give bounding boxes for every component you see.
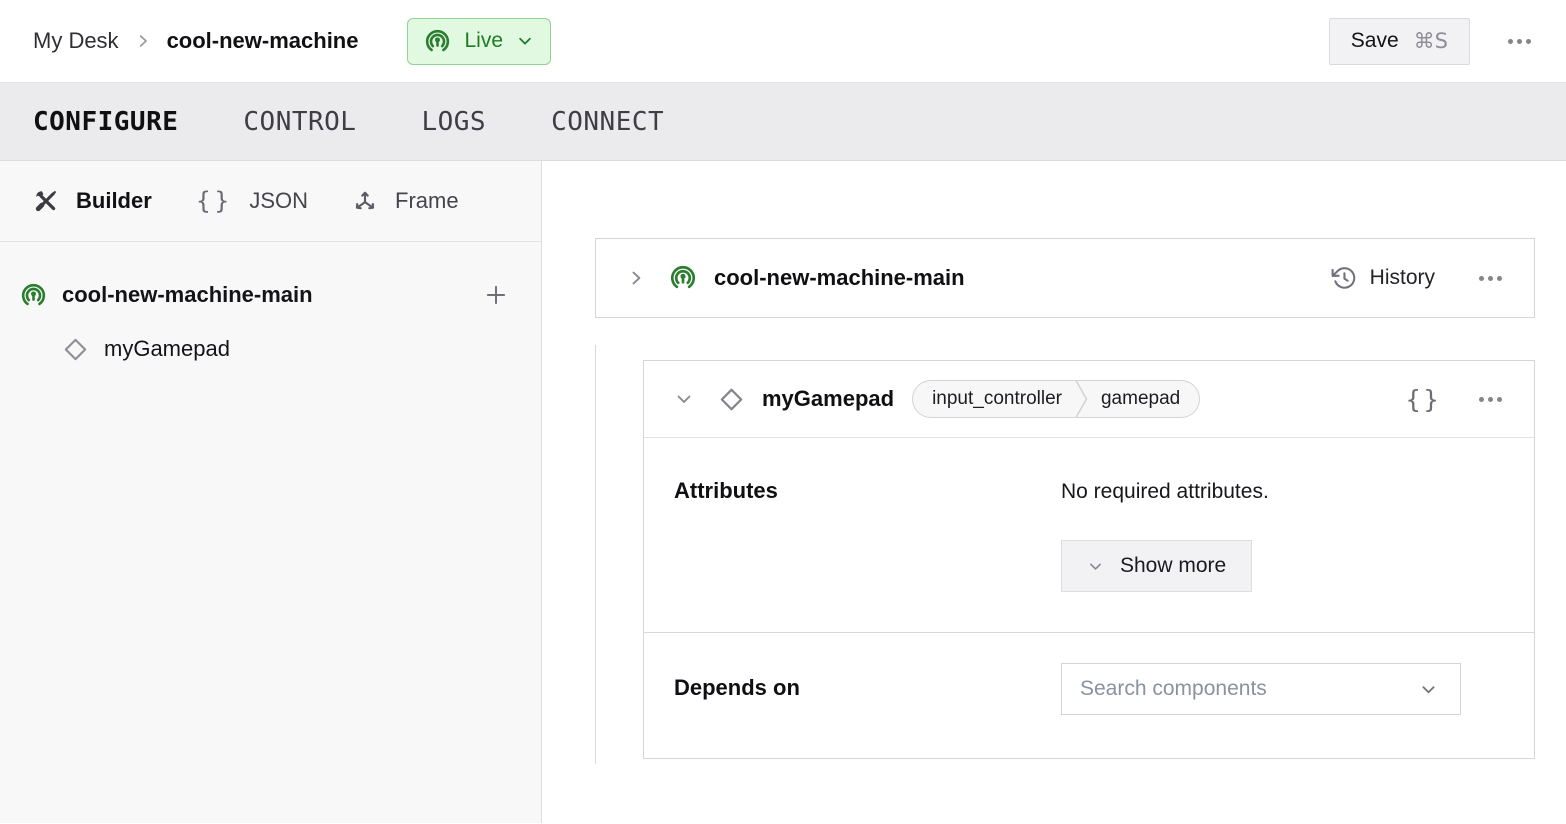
breadcrumb-current: cool-new-machine (167, 28, 359, 54)
save-button[interactable]: Save ⌘S (1329, 18, 1470, 65)
machine-card-menu-button[interactable] (1477, 270, 1504, 287)
component-type-badge: input_controller gamepad (912, 380, 1200, 418)
machine-broadcast-icon (669, 264, 697, 292)
depends-on-placeholder: Search components (1080, 677, 1267, 701)
history-button-label: History (1370, 266, 1435, 290)
save-shortcut-hint: ⌘S (1414, 29, 1448, 53)
content-area: Builder {} JSON Frame (0, 161, 1566, 823)
overflow-menu-button[interactable] (1506, 33, 1533, 50)
viewtab-builder[interactable]: Builder (33, 188, 152, 214)
breadcrumb-parent-link[interactable]: My Desk (33, 28, 119, 54)
depends-on-select[interactable]: Search components (1061, 663, 1461, 715)
diamond-icon (62, 336, 89, 363)
view-mode-tabs: Builder {} JSON Frame (0, 161, 541, 242)
component-card: myGamepad input_controller gamepad {} (643, 360, 1535, 759)
tools-icon (33, 188, 59, 214)
depends-on-label: Depends on (674, 663, 1061, 718)
dot-icon (1526, 39, 1531, 44)
attributes-content: No required attributes. Show more (1061, 478, 1504, 592)
machine-part-title: cool-new-machine-main (714, 265, 965, 291)
top-bar-actions: Save ⌘S (1329, 18, 1533, 65)
tree-connector-line (595, 345, 596, 764)
dot-icon (1479, 397, 1484, 402)
chevron-down-icon (516, 32, 534, 50)
tab-logs[interactable]: LOGS (421, 107, 486, 137)
component-title: myGamepad (762, 386, 894, 412)
chevron-right-icon (134, 32, 152, 50)
history-clock-icon (1331, 265, 1357, 291)
show-more-label: Show more (1120, 554, 1226, 578)
collapse-chevron-down-icon[interactable] (674, 389, 694, 409)
viewtab-builder-label: Builder (76, 188, 152, 214)
axes-icon (352, 188, 378, 214)
component-card-actions: {} (1405, 385, 1504, 414)
tab-connect[interactable]: CONNECT (551, 107, 664, 137)
live-status-dropdown[interactable]: Live (407, 18, 551, 65)
expand-chevron-right-icon[interactable] (626, 268, 646, 288)
edit-json-button[interactable]: {} (1405, 385, 1441, 414)
breadcrumb: My Desk cool-new-machine (33, 28, 358, 54)
component-card-menu-button[interactable] (1477, 391, 1504, 408)
viewtab-frame[interactable]: Frame (352, 188, 459, 214)
component-model-label: gamepad (1088, 388, 1199, 410)
attributes-empty-text: No required attributes. (1061, 478, 1504, 504)
depends-on-section: Depends on Search components (644, 633, 1534, 758)
dot-icon (1497, 397, 1502, 402)
dot-icon (1479, 276, 1484, 281)
diamond-icon (718, 386, 745, 413)
dot-icon (1508, 39, 1513, 44)
dot-icon (1497, 276, 1502, 281)
tree-item-machine[interactable]: cool-new-machine-main (20, 268, 511, 322)
history-button[interactable]: History (1331, 265, 1435, 291)
dot-icon (1488, 397, 1493, 402)
chevron-down-icon (1087, 558, 1104, 575)
component-tree: cool-new-machine-main myGamepad (0, 242, 541, 376)
viewtab-json-label: JSON (249, 188, 308, 214)
tree-item-component-label: myGamepad (104, 336, 230, 362)
viewtab-json[interactable]: {} JSON (196, 187, 308, 215)
top-bar: My Desk cool-new-machine Live Save ⌘S (0, 0, 1566, 83)
tree-item-machine-label: cool-new-machine-main (62, 282, 313, 308)
chevron-down-icon (1419, 680, 1438, 699)
pill-divider-chevron-icon (1075, 380, 1088, 418)
machine-card-actions: History (1331, 265, 1504, 291)
sidebar: Builder {} JSON Frame (0, 161, 542, 823)
live-status-label: Live (464, 29, 503, 53)
braces-icon: {} (196, 187, 233, 215)
add-component-button[interactable] (481, 280, 511, 310)
dot-icon (1517, 39, 1522, 44)
component-card-header: myGamepad input_controller gamepad {} (644, 361, 1534, 438)
component-api-label: input_controller (913, 388, 1075, 410)
depends-on-content: Search components (1061, 663, 1504, 718)
attributes-section: Attributes No required attributes. Show … (644, 438, 1534, 633)
config-panel: cool-new-machine-main History (542, 161, 1566, 823)
save-button-label: Save (1351, 29, 1399, 53)
tab-control[interactable]: CONTROL (243, 107, 356, 137)
main-tab-bar: CONFIGURE CONTROL LOGS CONNECT (0, 83, 1566, 161)
viewtab-frame-label: Frame (395, 188, 459, 214)
dot-icon (1488, 276, 1493, 281)
show-more-button[interactable]: Show more (1061, 540, 1252, 592)
component-branch: myGamepad input_controller gamepad {} (595, 345, 1535, 759)
machine-broadcast-icon (424, 28, 451, 55)
attributes-label: Attributes (674, 478, 1061, 592)
tab-configure[interactable]: CONFIGURE (33, 107, 178, 137)
tree-item-component[interactable]: myGamepad (20, 322, 511, 376)
machine-part-card: cool-new-machine-main History (595, 238, 1535, 318)
machine-broadcast-icon (20, 282, 47, 309)
